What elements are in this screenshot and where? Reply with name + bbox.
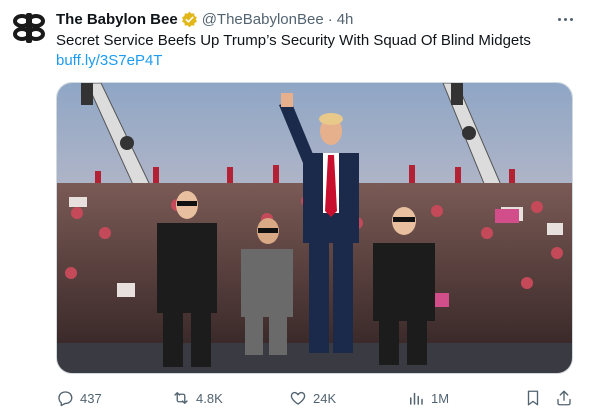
tweet-link[interactable]: buff.ly/3S7eP4T	[56, 51, 162, 71]
avatar[interactable]	[11, 10, 47, 46]
display-name[interactable]: The Babylon Bee	[56, 11, 178, 28]
reply-button[interactable]: 437	[56, 385, 102, 411]
verified-badge-icon	[181, 11, 197, 27]
reply-count: 437	[80, 390, 102, 406]
views-icon	[410, 392, 423, 405]
repost-icon	[174, 392, 188, 404]
bookmark-button[interactable]	[524, 385, 542, 411]
heart-icon	[290, 391, 306, 405]
share-button[interactable]	[555, 385, 573, 411]
reply-icon	[58, 391, 73, 407]
views-count: 1M	[431, 390, 450, 406]
babylon-bee-logo-icon	[13, 13, 45, 43]
repost-button[interactable]: 4.8K	[172, 385, 223, 411]
tweet-image[interactable]	[56, 82, 573, 374]
bookmark-icon	[527, 390, 539, 406]
views-button[interactable]: 1M	[407, 385, 449, 411]
like-count: 24K	[313, 390, 337, 406]
tweet-text: Secret Service Beefs Up Trump’s Security…	[56, 32, 531, 49]
separator-dot: ·	[327, 10, 333, 28]
ellipsis-icon	[557, 17, 561, 21]
like-button[interactable]: 24K	[289, 385, 336, 411]
share-icon	[557, 390, 571, 406]
action-bar: 437 4.8K 24K 1M	[56, 385, 573, 411]
rally-photo	[57, 83, 572, 373]
timestamp[interactable]: 4h	[337, 11, 354, 28]
handle[interactable]: @TheBabylonBee	[202, 11, 324, 28]
more-options-button[interactable]	[555, 11, 575, 27]
tweet-header: The Babylon Bee @TheBabylonBee · 4h	[56, 9, 353, 29]
repost-count: 4.8K	[196, 390, 223, 406]
